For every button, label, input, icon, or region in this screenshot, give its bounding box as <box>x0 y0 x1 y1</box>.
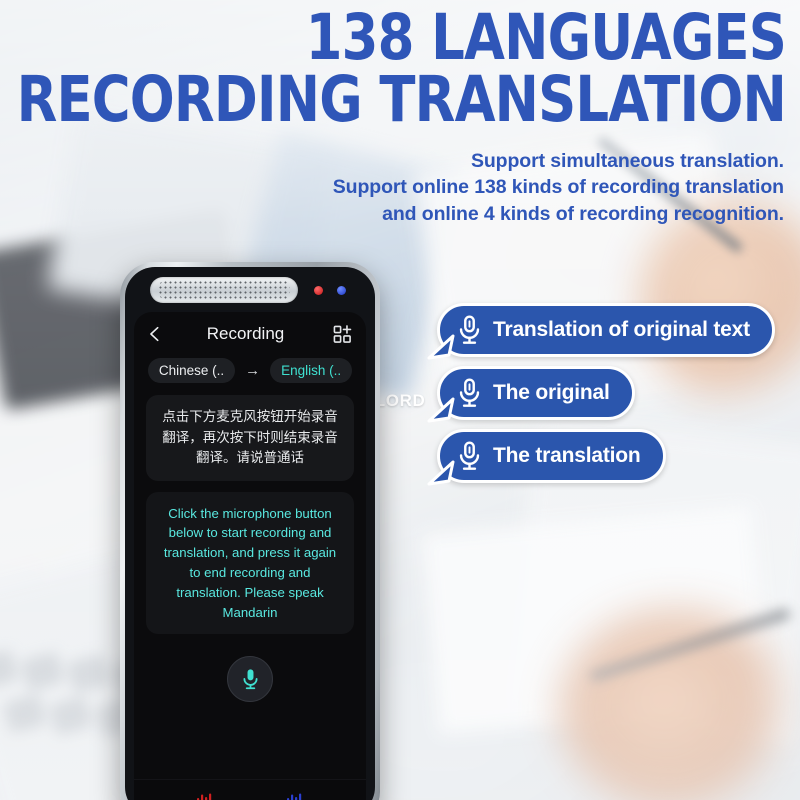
app-header: Recording <box>134 312 366 348</box>
bubble-tail <box>427 460 455 486</box>
subtitle-line-2: Support online 138 kinds of recording tr… <box>332 176 784 199</box>
source-language-chip[interactable]: Chinese (.. <box>147 358 236 383</box>
translated-text: Click the microphone button below to sta… <box>163 505 337 620</box>
grid-plus-icon[interactable] <box>333 324 352 344</box>
headline-line-1: 138 LANGUAGES <box>305 1 787 74</box>
bubble-tail <box>427 334 455 360</box>
microphone-icon <box>459 378 480 407</box>
waveform-icon-blue[interactable] <box>285 791 305 800</box>
chevron-left-icon[interactable] <box>146 325 164 343</box>
bottom-navbar <box>134 779 366 800</box>
waveform-icon-red[interactable] <box>195 791 215 800</box>
callout-translation-of-original-text: Translation of original text <box>427 303 775 360</box>
record-button[interactable] <box>227 656 273 703</box>
callout-label: The translation <box>493 444 641 467</box>
microphone-icon <box>459 315 480 344</box>
headline: 138 LANGUAGES RECORDING TRANSLATION <box>0 1 787 137</box>
indicator-light-blue <box>337 286 346 295</box>
language-direction-arrow: → <box>245 362 261 379</box>
feature-callouts: Translation of original text The origina… <box>427 303 775 492</box>
page-title: Recording <box>206 324 285 343</box>
translated-text-card: Click the microphone button below to sta… <box>146 491 354 635</box>
callout-the-original: The original <box>427 366 635 423</box>
callout-label: The original <box>493 381 610 404</box>
headline-line-2: RECORDING TRANSLATION <box>16 63 787 137</box>
source-text-card: 点击下方麦克风按钮开始录音翻译，再次按下时则结束录音翻译。请说普通话 <box>146 395 354 481</box>
phone-screen: Recording Chinese (.. → English (.. 点击下方… <box>134 312 366 800</box>
subtitle: Support simultaneous translation. Suppor… <box>333 148 784 227</box>
language-selector-bar: Chinese (.. → English (.. <box>134 348 366 391</box>
promo-banner: 138 LANGUAGES RECORDING TRANSLATION Supp… <box>0 0 800 800</box>
microphone-icon <box>243 669 257 690</box>
subtitle-line-3: and online 4 kinds of recording recognit… <box>382 202 784 225</box>
bubble-tail <box>427 397 455 423</box>
microphone-icon <box>459 441 480 470</box>
callout-label: Translation of original text <box>493 318 750 341</box>
callout-the-translation: The translation <box>427 429 666 486</box>
record-button-area <box>134 634 366 779</box>
source-text: 点击下方麦克风按钮开始录音翻译，再次按下时则结束录音翻译。请说普通话 <box>162 409 338 466</box>
subtitle-line-1: Support simultaneous translation. <box>470 150 784 172</box>
indicator-light-red <box>314 286 323 295</box>
phone-device: Recording Chinese (.. → English (.. 点击下方… <box>120 262 380 800</box>
speaker-grille <box>150 277 298 303</box>
target-language-chip[interactable]: English (.. <box>270 358 353 383</box>
